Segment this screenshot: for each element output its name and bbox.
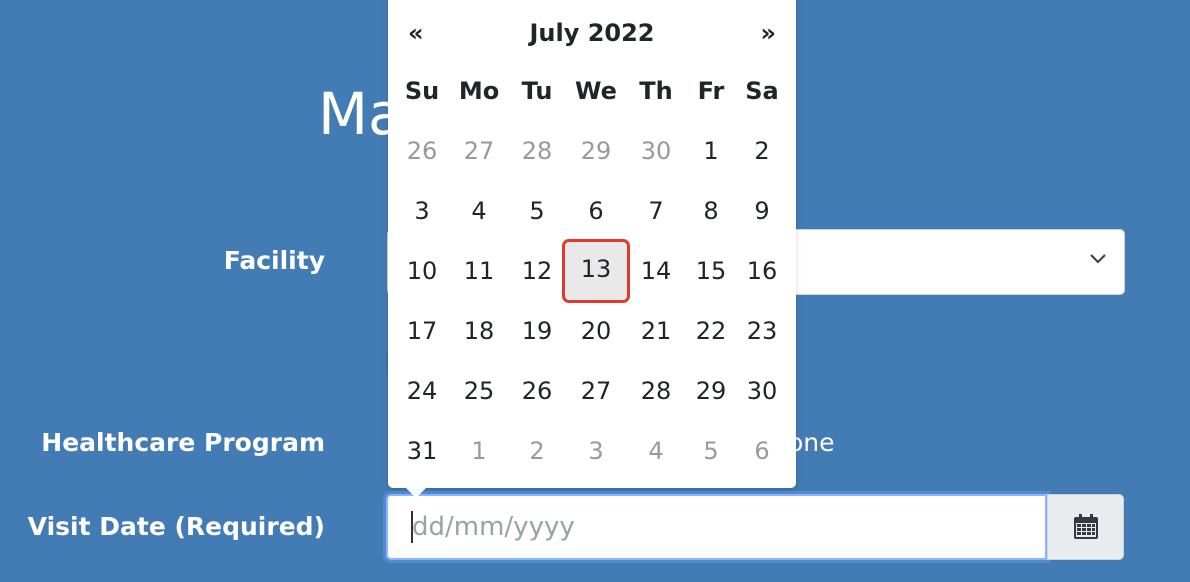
datepicker-day[interactable]: 5 bbox=[683, 421, 739, 481]
datepicker-day[interactable]: 14 bbox=[628, 241, 684, 301]
datepicker-day[interactable]: 18 bbox=[451, 301, 507, 361]
visit-date-input[interactable] bbox=[386, 494, 1047, 560]
weekday-header: Mo bbox=[458, 77, 500, 105]
datepicker-popup: « July 2022 » Su Mo Tu We Th Fr Sa 26 27 28 29 30 1 2… bbox=[388, 0, 796, 488]
datepicker-day[interactable]: 27 bbox=[568, 361, 624, 421]
calendar-icon bbox=[1073, 514, 1098, 539]
datepicker-day[interactable]: 21 bbox=[628, 301, 684, 361]
datepicker-day[interactable]: 2 bbox=[509, 421, 565, 481]
facility-label: Facility bbox=[223, 246, 325, 275]
chevron-down-icon bbox=[1090, 254, 1106, 264]
datepicker-day[interactable]: 26 bbox=[394, 121, 450, 181]
datepicker-day[interactable]: 6 bbox=[568, 181, 624, 241]
visit-date-label: Visit Date (Required) bbox=[27, 512, 325, 541]
datepicker-day[interactable]: 19 bbox=[509, 301, 565, 361]
program-label: Healthcare Program bbox=[41, 428, 325, 457]
weekday-header: Sa bbox=[745, 77, 779, 105]
datepicker-day[interactable]: 1 bbox=[683, 121, 739, 181]
datepicker-day[interactable]: 4 bbox=[628, 421, 684, 481]
datepicker-day[interactable]: 22 bbox=[683, 301, 739, 361]
datepicker-day[interactable]: 12 bbox=[509, 241, 565, 301]
datepicker-day[interactable]: 4 bbox=[451, 181, 507, 241]
weekday-header: Th bbox=[639, 77, 673, 105]
datepicker-day[interactable]: 28 bbox=[509, 121, 565, 181]
datepicker-day[interactable]: 17 bbox=[394, 301, 450, 361]
datepicker-day[interactable]: 11 bbox=[451, 241, 507, 301]
next-month-button[interactable]: » bbox=[760, 8, 776, 58]
datepicker-day[interactable]: 24 bbox=[394, 361, 450, 421]
datepicker-day[interactable]: 20 bbox=[568, 301, 624, 361]
datepicker-day[interactable]: 29 bbox=[568, 121, 624, 181]
datepicker-day[interactable]: 6 bbox=[734, 421, 790, 481]
visit-date-group bbox=[386, 494, 1124, 560]
datepicker-header: « July 2022 » bbox=[388, 8, 796, 58]
datepicker-day[interactable]: 26 bbox=[509, 361, 565, 421]
datepicker-day[interactable]: 1 bbox=[451, 421, 507, 481]
datepicker-day[interactable]: 7 bbox=[628, 181, 684, 241]
weekday-header: Su bbox=[404, 77, 440, 105]
datepicker-day[interactable]: 9 bbox=[734, 181, 790, 241]
datepicker-day[interactable]: 30 bbox=[628, 121, 684, 181]
datepicker-day[interactable]: 23 bbox=[734, 301, 790, 361]
weekday-header: Fr bbox=[697, 77, 725, 105]
weekday-header: We bbox=[575, 77, 617, 105]
datepicker-day[interactable]: 30 bbox=[734, 361, 790, 421]
datepicker-day[interactable]: 2 bbox=[734, 121, 790, 181]
datepicker-day[interactable]: 8 bbox=[683, 181, 739, 241]
datepicker-day[interactable]: 16 bbox=[734, 241, 790, 301]
datepicker-day[interactable]: 15 bbox=[683, 241, 739, 301]
datepicker-day-today[interactable]: 13 bbox=[562, 239, 630, 303]
weekday-header: Tu bbox=[521, 77, 553, 105]
datepicker-day[interactable]: 28 bbox=[628, 361, 684, 421]
datepicker-day[interactable]: 29 bbox=[683, 361, 739, 421]
month-year-switch[interactable]: July 2022 bbox=[388, 8, 796, 58]
calendar-button[interactable] bbox=[1047, 494, 1124, 560]
datepicker-day[interactable]: 25 bbox=[451, 361, 507, 421]
datepicker-day[interactable]: 3 bbox=[568, 421, 624, 481]
datepicker-day[interactable]: 27 bbox=[451, 121, 507, 181]
text-cursor bbox=[411, 511, 413, 543]
datepicker-day[interactable]: 5 bbox=[509, 181, 565, 241]
datepicker-day[interactable]: 10 bbox=[394, 241, 450, 301]
datepicker-day[interactable]: 3 bbox=[394, 181, 450, 241]
datepicker-arrow bbox=[405, 487, 427, 498]
datepicker-day[interactable]: 31 bbox=[394, 421, 450, 481]
